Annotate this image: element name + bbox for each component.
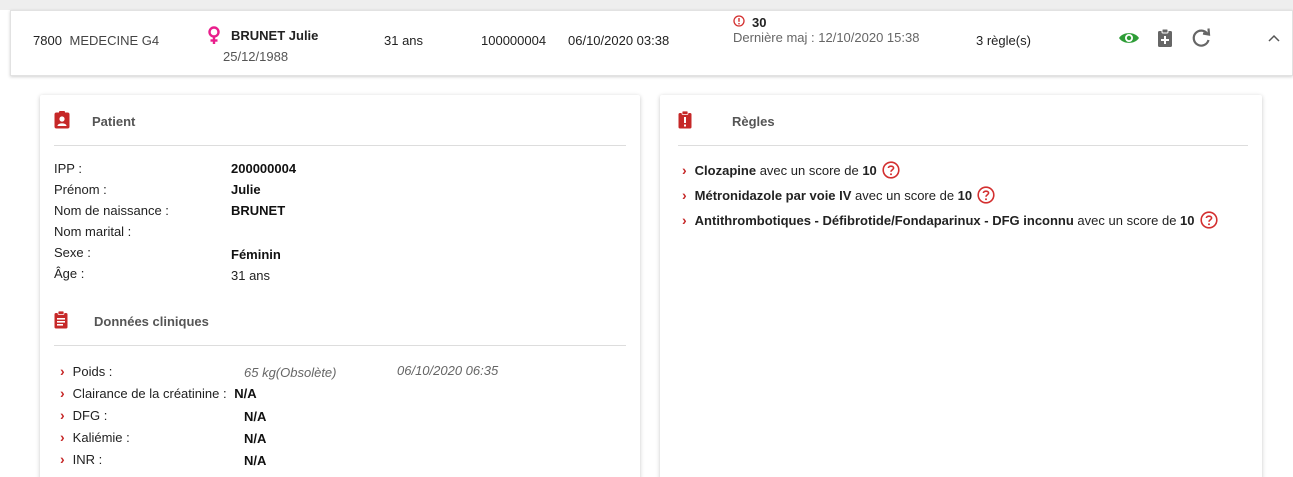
chevron-up-icon[interactable] [1267, 31, 1281, 46]
clinical-label: DFG : [72, 408, 108, 423]
clinical-label: Clairance de la créatinine : [72, 386, 227, 401]
unit-name: MEDECINE G4 [69, 33, 160, 48]
patient-badge-icon [54, 111, 70, 132]
admission-date: 06/10/2020 03:38 [568, 33, 670, 48]
clinical-date: 06/10/2020 06:35 [397, 363, 499, 378]
field-label: Nom de naissance : [54, 203, 169, 218]
clinical-section-title: Données cliniques [94, 314, 209, 329]
refresh-icon[interactable] [1188, 25, 1214, 51]
chevron-right-icon[interactable]: › [682, 212, 687, 228]
field-age: Âge : [54, 266, 84, 281]
rules-count: 3 règle(s) [976, 33, 1031, 48]
last-update: Dernière maj : 12/10/2020 15:38 [733, 30, 920, 45]
rule-name: Antithrombotiques - Défibrotide/Fondapar… [694, 212, 1074, 228]
clinical-value: 65 kg(Obsolète) [244, 365, 337, 380]
field-birthname: Nom de naissance : [54, 203, 169, 218]
clipboard-list-icon [54, 310, 68, 332]
patient-age: 31 ans [384, 33, 424, 48]
rule-item[interactable]: › Clozapine avec un score de 10 [682, 161, 900, 179]
clinical-row-weight[interactable]: › Poids : [60, 363, 112, 379]
chevron-right-icon[interactable]: › [60, 451, 65, 467]
patient-section-header: Patient [54, 111, 135, 132]
alert-icon [733, 15, 745, 30]
field-label: Prénom : [54, 182, 107, 197]
field-label: Nom marital : [54, 224, 132, 239]
clinical-row-creatinine[interactable]: › Clairance de la créatinine : N/A [60, 385, 257, 401]
clinical-label: INR : [72, 452, 103, 467]
clinical-value: N/A [234, 386, 257, 401]
rules-card: Règles › Clozapine avec un score de 10 ›… [660, 95, 1262, 477]
clipboard-plus-icon[interactable] [1152, 25, 1178, 51]
clinical-value: N/A [244, 453, 267, 468]
chevron-right-icon[interactable]: › [682, 162, 687, 178]
unit-cell: 7800 MEDECINE G4 [33, 33, 159, 48]
score-value: 30 [752, 15, 767, 30]
chevron-right-icon[interactable]: › [60, 385, 65, 401]
field-value: Julie [231, 182, 261, 197]
chevron-right-icon[interactable]: › [60, 363, 65, 379]
field-value: BRUNET [231, 203, 286, 218]
patient-summary-row[interactable]: 7800 MEDECINE G4 BRUNET Julie 25/12/1988… [10, 10, 1293, 76]
field-maritalname: Nom marital : [54, 224, 131, 239]
clinical-row-dfg[interactable]: › DFG : [60, 407, 107, 423]
clinical-label: Poids : [72, 364, 113, 379]
female-icon [207, 26, 221, 46]
rule-text: avec un score de [1073, 212, 1181, 228]
stay-number: 100000004 [481, 33, 547, 48]
help-icon[interactable] [977, 186, 995, 204]
rule-name: Métronidazole par voie IV [694, 187, 852, 203]
chevron-right-icon[interactable]: › [682, 187, 687, 203]
clinical-value: N/A [244, 409, 267, 424]
field-firstname: Prénom : [54, 182, 107, 197]
rule-score: 10 [862, 162, 877, 178]
patient-dob: 25/12/1988 [223, 49, 289, 64]
clinical-label: Kaliémie : [72, 430, 130, 445]
patient-name[interactable]: BRUNET Julie [231, 28, 318, 43]
divider [54, 145, 626, 146]
row-actions [1116, 25, 1214, 51]
rules-section-header: Règles [678, 110, 775, 132]
patient-section-title: Patient [92, 114, 136, 129]
field-label: Âge : [54, 266, 85, 281]
rules-section-title: Règles [732, 114, 775, 129]
field-label: IPP : [54, 161, 82, 176]
patient-card: Patient IPP : 200000004 Prénom : Julie N… [40, 95, 640, 477]
rule-score: 10 [957, 187, 973, 203]
field-value: 200000004 [231, 161, 297, 176]
clinical-value: N/A [244, 431, 267, 446]
unit-code: 7800 [33, 33, 62, 48]
clipboard-alert-icon [678, 110, 692, 132]
clinical-section-header: Données cliniques [54, 310, 209, 332]
rule-score: 10 [1180, 212, 1195, 228]
chevron-right-icon[interactable]: › [60, 429, 65, 445]
top-strip [0, 0, 1293, 10]
rule-text: avec un score de [756, 162, 863, 178]
field-ipp: IPP : [54, 161, 82, 176]
help-icon[interactable] [882, 161, 900, 179]
clinical-row-inr[interactable]: › INR : [60, 451, 102, 467]
clinical-row-kaliemia[interactable]: › Kaliémie : [60, 429, 130, 445]
rule-name: Clozapine [694, 162, 757, 178]
help-icon[interactable] [1199, 211, 1218, 229]
rule-text: avec un score de [851, 187, 958, 203]
divider [678, 145, 1248, 146]
field-label: Sexe : [54, 245, 91, 260]
field-sex: Sexe : [54, 245, 91, 260]
chevron-right-icon[interactable]: › [60, 407, 65, 423]
score-cell: 30 Dernière maj : 12/10/2020 15:38 [733, 15, 923, 45]
eye-icon[interactable] [1116, 25, 1142, 51]
divider [54, 345, 626, 346]
field-value: 31 ans [231, 268, 271, 283]
rule-item[interactable]: › Métronidazole par voie IV avec un scor… [682, 186, 995, 204]
rule-item[interactable]: › Antithrombotiques - Défibrotide/Fondap… [682, 211, 1218, 229]
field-value: Féminin [231, 247, 281, 262]
